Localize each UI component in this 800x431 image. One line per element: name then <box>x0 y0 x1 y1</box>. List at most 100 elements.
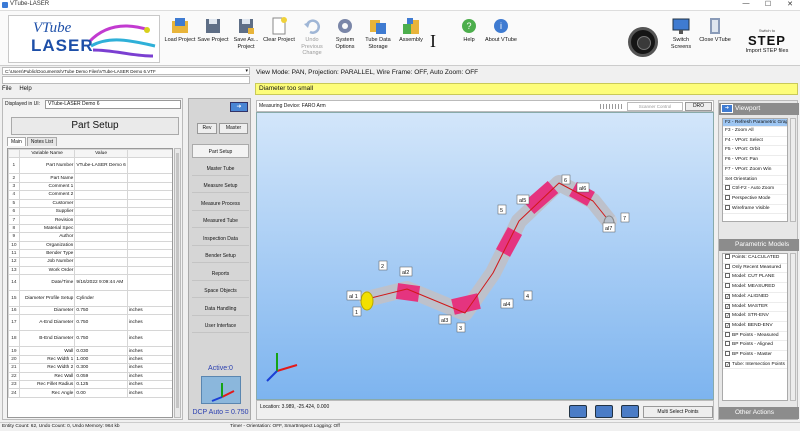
variable-value[interactable] <box>74 215 128 225</box>
list-item[interactable]: F2 - Refresh Parametric Graphics <box>723 119 787 127</box>
table-row[interactable]: 22 Rec Wall 0.059 inches <box>8 371 172 382</box>
table-row[interactable]: 6 Supplier <box>8 206 172 217</box>
nav-measure-setup[interactable]: Measure Setup <box>192 179 249 193</box>
checkbox[interactable] <box>725 283 730 289</box>
checkbox[interactable]: ✓ <box>725 313 730 319</box>
table-row[interactable]: 24 Rec Angle 0.00 inches <box>8 388 172 398</box>
checkbox[interactable] <box>725 341 730 347</box>
nav-measured-tube[interactable]: Measured Tube <box>192 214 249 228</box>
bend-label[interactable]: 6 <box>564 178 567 184</box>
table-row[interactable]: 2 Part Name <box>8 173 172 183</box>
list-item[interactable]: BP Points - Measured <box>723 331 787 342</box>
variable-value[interactable] <box>74 232 128 242</box>
parametric-list-scrollbar[interactable] <box>790 253 796 401</box>
load-project-button[interactable]: Load Project <box>163 14 197 64</box>
nav-bender-setup[interactable]: Bender Setup <box>192 249 249 263</box>
table-row[interactable]: 5 Customer <box>8 198 172 208</box>
bend-label[interactable]: al7 <box>605 226 612 232</box>
list-item[interactable]: Points: CALCULATED <box>723 254 787 264</box>
variable-value[interactable]: 0.750 <box>74 330 128 348</box>
variable-value[interactable] <box>74 248 128 259</box>
table-row[interactable]: 17 A-End Diameter 0.750 inches <box>8 314 172 332</box>
list-item[interactable]: F7 - VPort: Zoom Win <box>723 166 787 176</box>
list-item[interactable]: ✓ Tube: Intersection Points <box>723 361 787 369</box>
list-item[interactable]: Perspective Mode <box>723 194 787 205</box>
list-item[interactable]: ✓ Model: BEND-ENV <box>723 322 787 332</box>
list-item[interactable]: Set Orientation <box>723 176 787 186</box>
bend-label[interactable]: 7 <box>623 216 626 222</box>
assembly-button[interactable]: Assembly <box>394 14 428 64</box>
bend-label[interactable]: al3 <box>441 318 448 324</box>
orbit-view-icon[interactable] <box>595 405 613 418</box>
nav-master-tube[interactable]: Master Tube <box>192 161 249 176</box>
minimize-button[interactable]: — <box>738 0 754 7</box>
menu-file[interactable]: File <box>2 86 12 92</box>
bend-label[interactable]: al4 <box>503 302 510 308</box>
record-button[interactable] <box>628 27 658 57</box>
variable-value[interactable] <box>74 240 128 250</box>
bend-label[interactable]: al6 <box>579 186 586 192</box>
checkbox[interactable]: ✓ <box>725 293 730 299</box>
reset-view-icon[interactable] <box>621 405 639 418</box>
table-row[interactable]: 12 Job Number <box>8 257 172 267</box>
displayed-in-ui-field[interactable]: VTube-LASER Demo 6 <box>45 100 181 109</box>
variable-value[interactable]: 0.750 <box>74 306 128 316</box>
variable-value[interactable]: 0.059 <box>74 371 128 382</box>
table-row[interactable]: 7 Revision <box>8 215 172 225</box>
variable-value[interactable] <box>74 223 128 234</box>
variable-value[interactable]: VTube-LASER Demo 6 <box>74 157 128 175</box>
checkbox[interactable] <box>725 185 730 191</box>
bend-label[interactable]: 4 <box>526 294 529 300</box>
list-item[interactable]: BP Points - Aligned <box>723 341 787 352</box>
list-item[interactable]: F5 - VPort: Orbit <box>723 146 787 157</box>
help-button[interactable]: ? Help <box>452 14 486 64</box>
secondary-path-field[interactable] <box>2 76 250 84</box>
checkbox[interactable] <box>725 331 730 337</box>
list-item[interactable]: Wireframe Visible <box>723 204 787 215</box>
save-project-button[interactable]: Save Project <box>196 14 230 64</box>
grid-scrollbar[interactable] <box>174 148 181 418</box>
nav-data-handling[interactable]: Data Handling <box>192 301 249 316</box>
menu-help[interactable]: Help <box>19 86 31 92</box>
checkbox[interactable] <box>725 351 730 357</box>
chevron-down-icon[interactable]: ▾ <box>245 68 248 74</box>
coordinate-system-icon[interactable] <box>201 376 241 404</box>
bend-label[interactable]: 2 <box>381 264 384 270</box>
table-row[interactable]: 1 Part Number VTube-LASER Demo 6 <box>8 157 172 175</box>
variable-value[interactable] <box>74 257 128 267</box>
arrow-right-icon[interactable]: ➜ <box>230 102 248 112</box>
variable-value[interactable]: 0.300 <box>74 363 128 373</box>
bend-label[interactable]: 5 <box>500 208 503 214</box>
checkbox[interactable] <box>725 273 730 279</box>
project-path-field[interactable]: C:\Users\Public\Documents\VTube Demo Fil… <box>2 67 250 75</box>
table-row[interactable]: 9 Author <box>8 232 172 242</box>
nav-measure-process[interactable]: Measure Process <box>192 196 249 211</box>
arrow-right-icon[interactable]: ➜ <box>721 104 733 113</box>
variable-value[interactable]: 1.000 <box>74 354 128 365</box>
tab-main[interactable]: Main <box>7 137 26 146</box>
bend-label[interactable]: al 1 <box>349 294 358 300</box>
close-vtube-button[interactable]: Close VTube <box>698 14 732 64</box>
system-options-button[interactable]: System Options <box>328 14 362 64</box>
3d-viewport[interactable]: 1 al 1 2 al2 3 al3 4 al4 5 al5 6 al6 al7 7 <box>256 112 714 400</box>
table-row[interactable]: 18 B-End Diameter 0.750 inches <box>8 330 172 348</box>
variable-value[interactable] <box>74 173 128 183</box>
nav-reports[interactable]: Reports <box>192 266 249 281</box>
checkbox[interactable] <box>725 204 730 210</box>
table-row[interactable]: 14 Date/Time 9/16/2022 9:09:44 AM <box>8 274 172 292</box>
dro-button[interactable]: DRO <box>685 102 712 111</box>
maximize-button[interactable]: ☐ <box>760 0 776 8</box>
bend-label[interactable]: 3 <box>459 326 462 332</box>
viewport-section-header[interactable]: ➜ Viewport <box>719 103 799 115</box>
checkbox[interactable]: ✓ <box>725 303 730 309</box>
checkbox[interactable] <box>725 263 730 269</box>
scanner-control-button[interactable]: Scanner Control <box>627 102 683 111</box>
nav-user-interface[interactable]: User Interface <box>192 319 249 333</box>
table-row[interactable]: 11 Bender Type <box>8 248 172 259</box>
table-row[interactable]: 16 Diameter 0.750 inches <box>8 306 172 316</box>
import-step-button[interactable]: Switch to STEP Import STEP files <box>738 28 796 62</box>
bend-label[interactable]: al2 <box>402 270 409 276</box>
nav-space-objects[interactable]: Space Objects <box>192 284 249 298</box>
other-actions-header[interactable]: Other Actions <box>719 407 799 419</box>
variable-value[interactable]: 9/16/2022 9:09:44 AM <box>74 274 128 292</box>
